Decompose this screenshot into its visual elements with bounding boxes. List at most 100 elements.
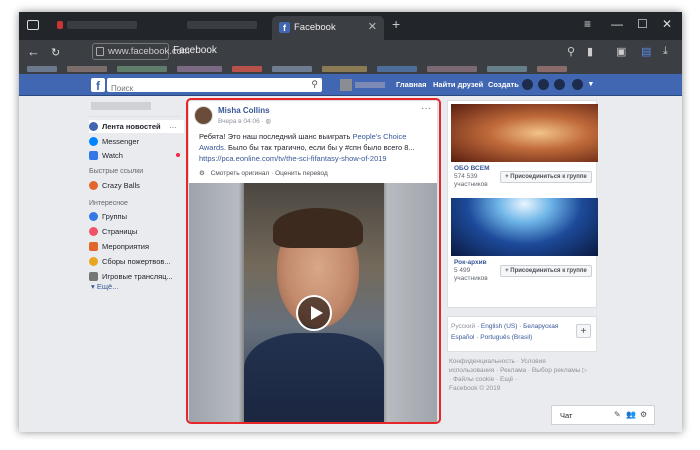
chat-bubble-icon[interactable]: ▣ xyxy=(616,45,626,58)
reload-icon[interactable]: ↻ xyxy=(51,46,60,59)
nav-find-friends-link[interactable]: Найти друзей xyxy=(433,80,483,89)
friend-requests-icon[interactable] xyxy=(522,79,533,90)
search-icon[interactable]: ⚲ xyxy=(311,79,318,90)
join-group-button[interactable]: + Присоединиться к группе xyxy=(500,265,592,277)
copyright: Facebook © 2019 xyxy=(449,385,501,392)
bookmark-item[interactable] xyxy=(117,66,167,72)
add-language-button[interactable]: + xyxy=(576,324,591,338)
footer-links[interactable]: использования · Реклама · Выбор рекламы … xyxy=(449,366,599,375)
sidebar-item-events[interactable]: Мероприятия xyxy=(89,240,184,253)
menu-icon[interactable]: ≡ xyxy=(584,17,591,31)
notifications-icon[interactable] xyxy=(554,79,565,90)
search-input[interactable] xyxy=(107,81,297,96)
explore-heading: Интересное xyxy=(89,200,128,207)
new-tab-button[interactable]: + xyxy=(392,16,400,32)
tab-close-icon[interactable]: ✕ xyxy=(368,20,377,33)
blurred-tab-favicon xyxy=(57,21,63,29)
chat-label: Чат xyxy=(560,411,573,420)
maximize-button[interactable]: ☐ xyxy=(637,17,648,31)
bookmark-item[interactable] xyxy=(27,66,57,72)
bookmark-item[interactable] xyxy=(232,66,262,72)
see-more-link[interactable]: ▾ Ещё... xyxy=(91,282,118,291)
footer-links[interactable]: Конфиденциальность · Условия xyxy=(449,357,599,366)
group-chat-icon[interactable]: 👥 xyxy=(626,410,636,419)
join-group-button[interactable]: + Присоединиться к группе xyxy=(500,171,592,183)
post-author-name[interactable]: Misha Collins xyxy=(218,106,270,115)
play-button-icon[interactable] xyxy=(296,295,332,331)
account-menu-icon[interactable]: ▾ xyxy=(589,79,593,88)
video-player[interactable] xyxy=(189,183,437,422)
settings-icon[interactable]: ⚙ xyxy=(199,170,205,177)
group-cover-image[interactable] xyxy=(451,104,598,162)
sidebar-item-crazy-balls[interactable]: Crazy Balls xyxy=(89,179,184,192)
bookmark-item[interactable] xyxy=(322,66,367,72)
post-menu-icon[interactable]: ··· xyxy=(421,103,431,114)
rate-translation-link[interactable]: Оценить перевод xyxy=(275,170,328,177)
bookmark-item[interactable] xyxy=(272,66,312,72)
sidebar-item-label: Messenger xyxy=(102,137,140,146)
see-original-link[interactable]: Смотреть оригинал xyxy=(211,170,270,177)
chat-settings-icon[interactable]: ⚙ xyxy=(640,410,647,419)
avatar[interactable] xyxy=(340,79,352,91)
help-icon[interactable] xyxy=(572,79,583,90)
group-member-label: участников xyxy=(454,275,488,282)
messenger-icon[interactable] xyxy=(538,79,549,90)
bookmark-item[interactable] xyxy=(177,66,222,72)
facebook-favicon-icon: f xyxy=(279,22,290,33)
bookmark-item[interactable] xyxy=(487,66,527,72)
back-icon[interactable]: ← xyxy=(27,44,40,59)
nav-home-link[interactable]: Главная xyxy=(396,80,427,89)
events-icon xyxy=(89,242,98,251)
extension-icon[interactable]: ▤ xyxy=(641,45,651,58)
new-message-icon[interactable]: ✎ xyxy=(614,410,621,419)
blurred-tab[interactable] xyxy=(187,21,257,29)
tab-title: Facebook xyxy=(294,22,336,33)
facebook-logo-icon[interactable]: f xyxy=(91,78,105,93)
fundraisers-icon xyxy=(89,257,98,266)
bookmark-item[interactable] xyxy=(427,66,477,72)
language-links[interactable]: Español · Português (Brasil) xyxy=(451,334,532,341)
sidebar-item-groups[interactable]: Группы xyxy=(89,210,184,223)
sidebar-item-messenger[interactable]: Messenger xyxy=(89,135,184,148)
address-bar: ← ↻ www.facebook.com Facebook ⚲ ▮ ▣ ▤ ⤓ xyxy=(19,40,682,64)
post-author-avatar[interactable] xyxy=(194,106,213,125)
video-content-hair xyxy=(273,208,363,248)
post-timestamp[interactable]: Вчера в 04:06 · ◍ xyxy=(218,117,271,125)
post-text-suffix: . Было бы так трагично, если бы у #спн б… xyxy=(223,143,415,152)
minimize-button[interactable]: — xyxy=(611,17,623,31)
group-cover-image[interactable] xyxy=(451,198,598,256)
bookmark-item[interactable] xyxy=(377,66,417,72)
profile-name-blurred[interactable] xyxy=(91,102,151,110)
more-options-icon[interactable]: ··· xyxy=(169,123,177,132)
pages-icon xyxy=(89,227,98,236)
download-icon[interactable]: ⤓ xyxy=(663,45,668,58)
nav-create-link[interactable]: Создать xyxy=(488,80,519,89)
post-text-prefix: Ребята! Это наш последний шанс выиграть xyxy=(199,132,353,141)
sidebar-item-watch[interactable]: Watch xyxy=(89,149,184,162)
group-name[interactable]: Рок-архив xyxy=(454,259,487,266)
facebook-header: f ⚲ Главная Найти друзей Создать ▾ xyxy=(19,74,682,96)
profile-name[interactable] xyxy=(355,82,385,88)
page-title: Facebook xyxy=(173,45,217,56)
news-feed-icon xyxy=(89,122,98,131)
browser-window: f Facebook ✕ + ≡ — ☐ ✕ ← ↻ www.facebook.… xyxy=(19,12,682,432)
url-field[interactable]: www.facebook.com xyxy=(92,43,190,60)
tabs-overview-icon[interactable] xyxy=(27,20,39,30)
post-url-link[interactable]: https://pca.eonline.com/tv/the-sci-fifan… xyxy=(199,154,387,163)
sidebar-item-fundraisers[interactable]: Сборы пожертвов... xyxy=(89,255,184,268)
chat-bar[interactable]: Чат ✎ 👥 ⚙ xyxy=(551,405,655,425)
tab-facebook[interactable]: f Facebook ✕ xyxy=(272,16,384,40)
gaming-icon xyxy=(89,272,98,281)
language-line: Русский · English (US) · Беларуская xyxy=(451,323,558,330)
bookmark-icon[interactable]: ▮ xyxy=(587,45,593,58)
group-name[interactable]: ОБО ВСЕМ xyxy=(454,165,489,172)
bookmark-item[interactable] xyxy=(537,66,567,72)
blurred-tab[interactable] xyxy=(67,21,137,29)
sidebar-item-pages[interactable]: Страницы xyxy=(89,225,184,238)
footer-links[interactable]: · Файлы cookie · Ещё · xyxy=(449,375,599,384)
bookmark-item[interactable] xyxy=(67,66,107,72)
search-key-icon[interactable]: ⚲ xyxy=(567,45,575,58)
language-links[interactable]: · English (US) · Беларуская xyxy=(475,323,558,330)
close-window-button[interactable]: ✕ xyxy=(662,17,672,31)
search-box[interactable]: ⚲ xyxy=(107,78,322,96)
